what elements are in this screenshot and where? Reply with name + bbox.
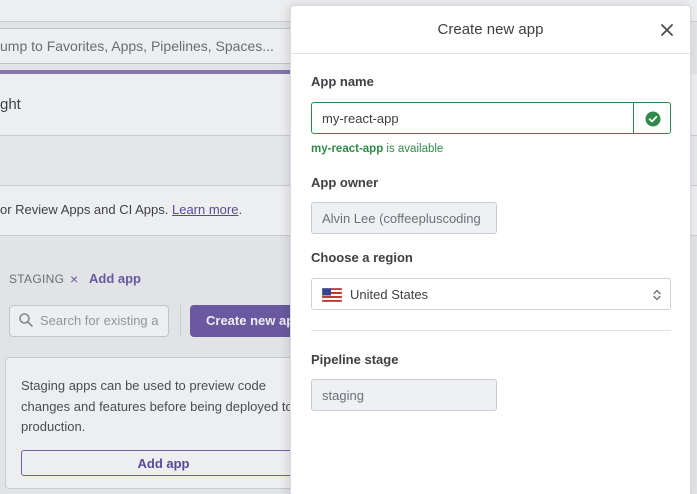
create-app-panel: Create new app App name my-react-app is …	[290, 5, 691, 494]
region-label: Choose a region	[311, 250, 413, 265]
availability-message: my-react-app is available	[311, 143, 443, 155]
pipeline-stage-input[interactable]	[311, 379, 497, 411]
app-owner-label: App owner	[311, 175, 379, 190]
check-circle-icon	[645, 111, 661, 127]
us-flag-icon	[322, 288, 342, 302]
app-name-status	[633, 102, 671, 134]
region-select[interactable]: United States	[311, 278, 671, 310]
app-name-label: App name	[311, 74, 374, 89]
app-owner-input[interactable]	[311, 202, 497, 234]
availability-text: is available	[383, 143, 444, 155]
chevron-up-down-icon	[653, 289, 661, 301]
app-name-field	[311, 102, 671, 134]
app-name-input[interactable]	[311, 102, 634, 134]
pipeline-stage-label: Pipeline stage	[311, 352, 399, 367]
section-divider	[311, 330, 671, 331]
availability-app-name: my-react-app	[311, 143, 384, 155]
panel-title: Create new app	[437, 21, 544, 38]
panel-header: Create new app	[291, 6, 690, 54]
region-selected-value: United States	[350, 287, 429, 302]
close-icon[interactable]	[659, 22, 675, 38]
